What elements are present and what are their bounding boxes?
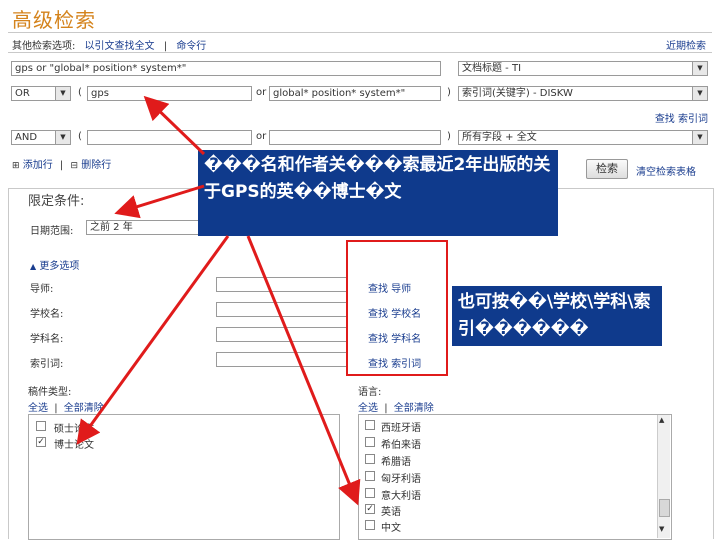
annotation-arrows — [76, 95, 361, 506]
arrow-to-english — [246, 235, 361, 506]
arrow-to-index-row — [143, 95, 206, 156]
arrow-to-doctoral — [76, 235, 230, 445]
arrow-to-date-range — [114, 184, 205, 219]
